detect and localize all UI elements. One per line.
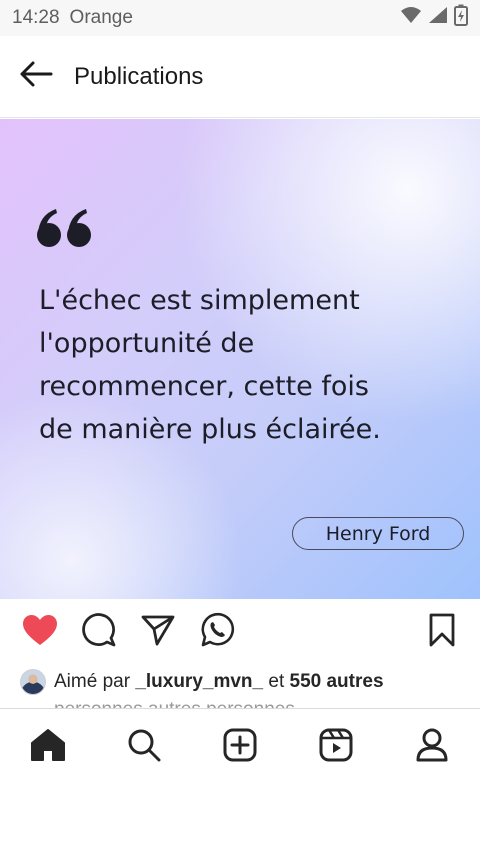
add-post-icon xyxy=(223,728,257,767)
page-title: Publications xyxy=(74,62,204,90)
back-arrow-icon xyxy=(19,61,53,92)
likes-overflow-text: personnes autres personnes xyxy=(54,696,384,708)
status-icons xyxy=(400,4,468,32)
profile-icon xyxy=(416,728,448,767)
post-image[interactable]: L'échec est simplement l'opportunité de … xyxy=(0,119,480,599)
heart-icon xyxy=(22,614,58,651)
post-actions xyxy=(0,600,480,664)
nav-search[interactable] xyxy=(120,723,168,771)
quote-mark-icon xyxy=(36,207,96,254)
bottom-navigation xyxy=(0,708,480,785)
wifi-icon xyxy=(400,6,422,30)
like-button[interactable] xyxy=(20,612,60,652)
status-time: 14:28 xyxy=(12,7,60,28)
comment-icon xyxy=(82,612,116,652)
status-carrier: Orange xyxy=(69,7,133,28)
nav-add-post[interactable] xyxy=(216,723,264,771)
save-button[interactable] xyxy=(422,612,462,652)
likes-summary: Aimé par _luxury_mvn_ et 550 autres pers… xyxy=(20,668,460,708)
status-left: 14:28 Orange xyxy=(12,7,133,29)
quote-text: L'échec est simplement l'opportunité de … xyxy=(39,285,381,445)
back-button[interactable] xyxy=(18,59,54,95)
search-icon xyxy=(127,728,161,767)
whatsapp-button[interactable] xyxy=(197,612,237,652)
likes-middle: et xyxy=(263,671,290,692)
nav-home[interactable] xyxy=(24,723,72,771)
liker-username[interactable]: _luxury_mvn_ xyxy=(135,671,263,692)
reels-icon xyxy=(319,728,353,767)
bookmark-icon xyxy=(428,613,456,652)
likes-count[interactable]: 550 autres xyxy=(290,671,384,692)
signal-icon xyxy=(428,6,448,30)
nav-profile[interactable] xyxy=(408,723,456,771)
author-label: Henry Ford xyxy=(292,517,464,550)
share-icon xyxy=(141,614,175,651)
avatar[interactable] xyxy=(20,669,46,695)
share-button[interactable] xyxy=(138,612,178,652)
header: Publications xyxy=(0,36,480,118)
whatsapp-icon xyxy=(199,612,235,653)
likes-prefix: Aimé par xyxy=(54,671,136,692)
likes-text-block: Aimé par _luxury_mvn_ et 550 autres pers… xyxy=(54,668,384,708)
nav-reels[interactable] xyxy=(312,723,360,771)
status-bar: 14:28 Orange xyxy=(0,0,480,36)
comment-button[interactable] xyxy=(79,612,119,652)
battery-icon xyxy=(454,4,468,32)
home-icon xyxy=(30,728,66,767)
